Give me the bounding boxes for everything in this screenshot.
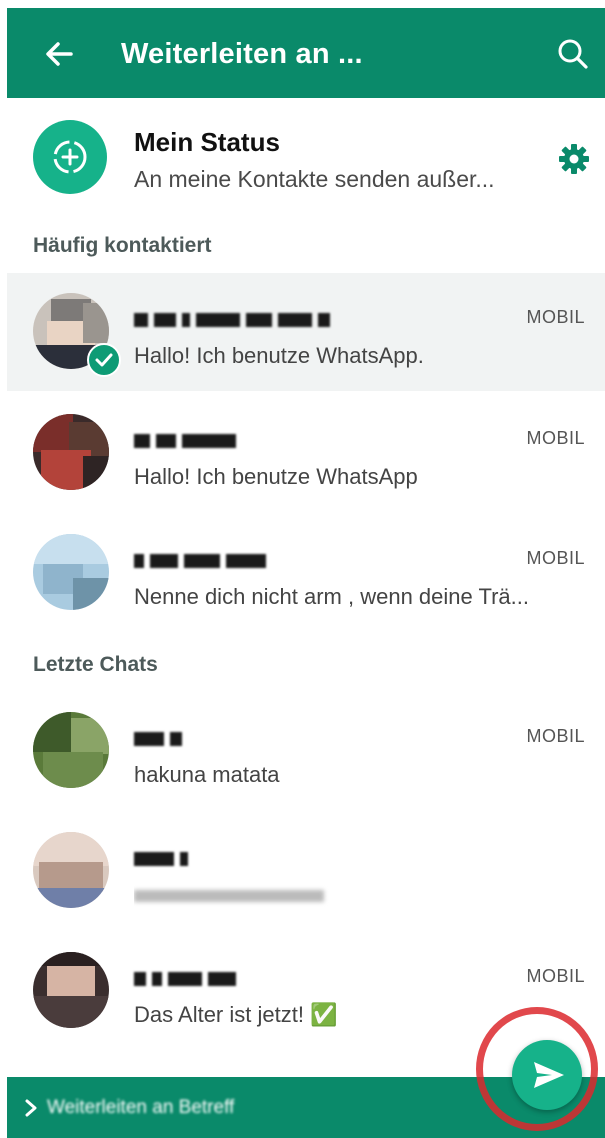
contact-status-text: Hallo! Ich benutze WhatsApp. — [134, 343, 424, 368]
section-recent-label: Letzte Chats — [33, 653, 158, 676]
avatar — [33, 952, 109, 1028]
contact-name-redacted — [134, 552, 272, 572]
contact-row[interactable]: MOBIL Hallo! Ich benutze WhatsApp. — [7, 273, 605, 391]
chat-name-redacted — [134, 970, 242, 990]
contact-row[interactable]: MOBIL Hallo! Ich benutze WhatsApp — [7, 394, 605, 512]
contact-status-text: Nenne dich nicht arm , wenn deine Trä... — [134, 584, 529, 609]
chevron-right-icon — [25, 1099, 37, 1117]
page-title: Weiterleiten an ... — [121, 38, 363, 70]
avatar — [33, 832, 109, 908]
status-name: Mein Status — [134, 127, 280, 157]
gear-icon — [559, 144, 589, 174]
status-settings-button[interactable] — [557, 142, 591, 176]
avatar — [33, 534, 109, 610]
chat-row[interactable]: MOBIL hakuna matata — [7, 692, 605, 810]
search-button[interactable] — [555, 36, 591, 72]
contact-type-tag: MOBIL — [526, 726, 585, 746]
contact-name-redacted — [134, 432, 242, 452]
chat-status-text: Das Alter ist jetzt! ✅ — [134, 1002, 338, 1027]
section-frequent-label: Häufig kontaktiert — [33, 234, 212, 257]
avatar — [33, 414, 109, 490]
contact-type-tag: MOBIL — [526, 548, 585, 568]
app-header: Weiterleiten an ... — [7, 8, 605, 98]
search-icon — [558, 39, 588, 69]
chat-row[interactable]: MOBIL Das Alter ist jetzt! ✅ — [7, 932, 605, 1050]
avatar — [33, 712, 109, 788]
status-subtitle: An meine Kontakte senden außer... — [134, 166, 495, 192]
chat-status-text: hakuna matata — [134, 762, 280, 787]
contact-name-redacted — [134, 311, 336, 331]
send-icon — [534, 1062, 564, 1088]
status-add-icon — [53, 140, 87, 174]
my-status-row[interactable]: Mein Status An meine Kontakte senden auß… — [7, 100, 605, 225]
contact-status-text: Hallo! Ich benutze WhatsApp — [134, 464, 418, 489]
top-margin — [0, 0, 605, 8]
contact-type-tag: MOBIL — [526, 307, 585, 327]
status-avatar — [33, 120, 107, 194]
contact-type-tag: MOBIL — [526, 428, 585, 448]
chat-name-redacted — [134, 850, 194, 870]
recipients-text: Weiterleiten an Betreff — [47, 1097, 235, 1118]
arrow-left-icon — [46, 42, 73, 66]
selected-check-icon — [87, 343, 121, 377]
send-button[interactable] — [512, 1040, 582, 1110]
chat-status-text-redacted — [134, 882, 589, 908]
contact-row[interactable]: MOBIL Nenne dich nicht arm , wenn deine … — [7, 514, 605, 632]
contact-type-tag: MOBIL — [526, 966, 585, 986]
chat-row[interactable] — [7, 812, 605, 930]
back-button[interactable] — [37, 32, 81, 76]
chat-name-redacted — [134, 730, 188, 750]
